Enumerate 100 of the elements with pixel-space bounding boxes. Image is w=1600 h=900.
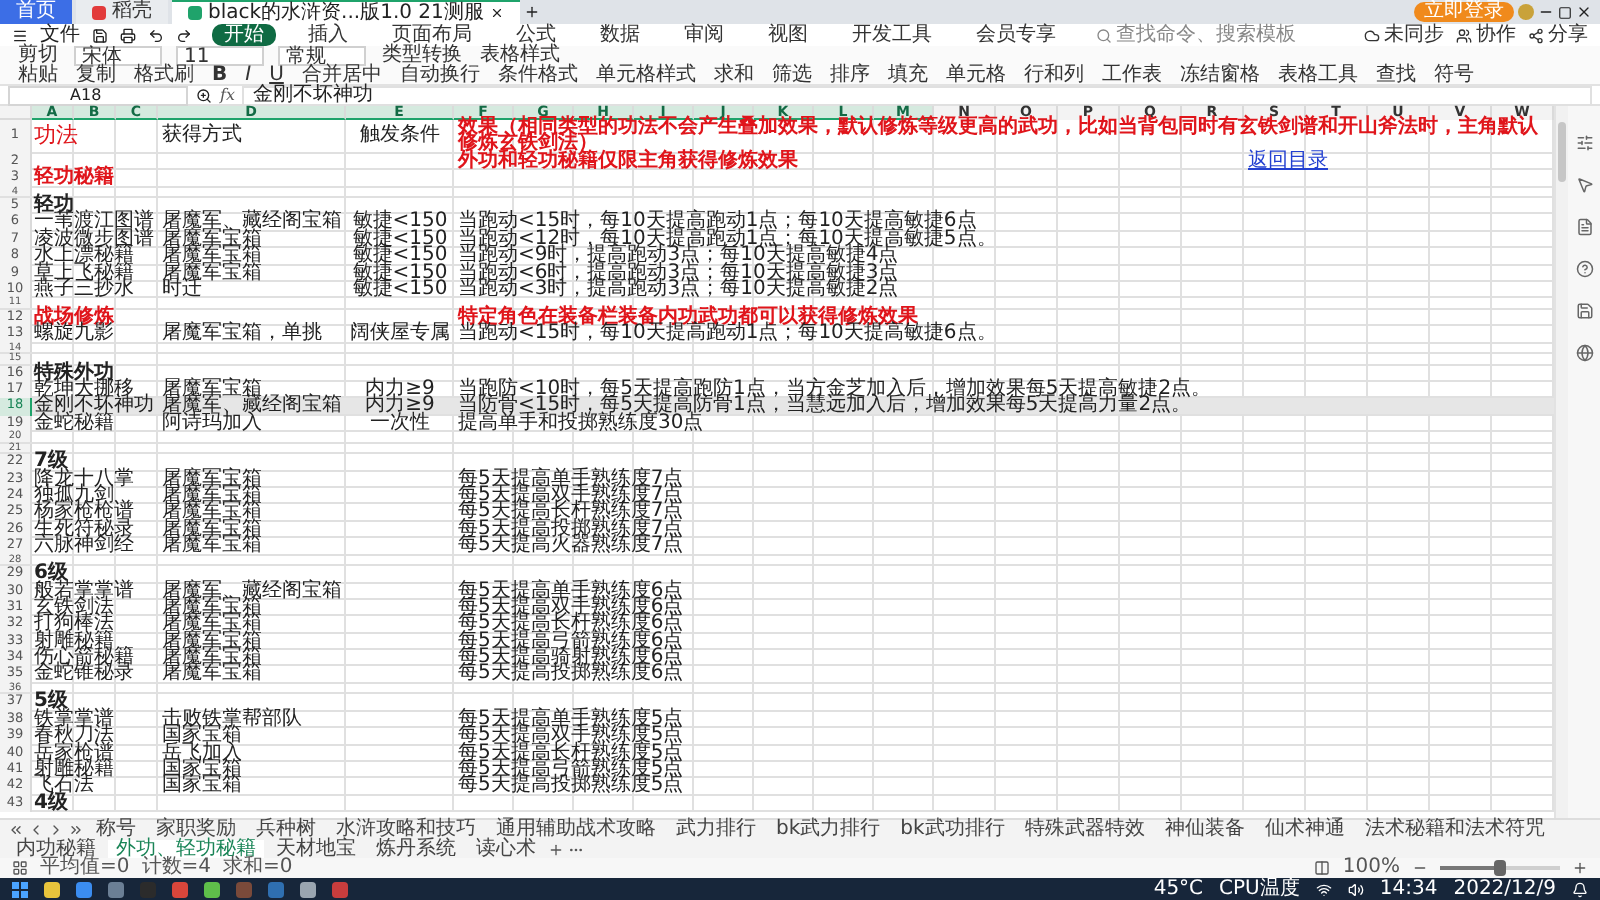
name-box[interactable]: A18 <box>8 85 188 105</box>
pointer-icon[interactable] <box>1575 176 1593 194</box>
search-field[interactable]: 查找命令、搜索模板 <box>1096 25 1296 45</box>
menu-icon[interactable] <box>12 27 28 43</box>
vertical-scrollbar[interactable] <box>1554 106 1568 818</box>
app-logo-icon <box>92 5 106 19</box>
last-sheet-icon[interactable] <box>68 822 84 838</box>
toolbar-action[interactable]: 协作 <box>1456 25 1516 45</box>
ribbon-button[interactable]: 筛选 <box>769 66 814 86</box>
window-tab[interactable]: black的水浒资...版1.0 21测服 <box>172 0 520 24</box>
document-icon[interactable] <box>1575 218 1593 236</box>
ribbon-button[interactable]: 填充 <box>885 66 930 86</box>
ribbon-button[interactable]: 自动换行 <box>397 66 482 86</box>
sheet-tab[interactable]: bk武力排行 <box>768 820 889 840</box>
ribbon-button[interactable]: 单元格 <box>943 66 1008 86</box>
toolbar-action[interactable]: 分享 <box>1528 25 1588 45</box>
ribbon-tab[interactable]: 数据 <box>588 24 652 46</box>
new-tab-icon[interactable] <box>523 4 540 20</box>
ribbon-tab[interactable]: 页面布局 <box>380 24 484 46</box>
ribbon-button[interactable]: 查找 <box>1373 66 1418 86</box>
ribbon-button[interactable]: 表格样式 <box>478 46 562 66</box>
volume-icon[interactable] <box>1347 881 1364 897</box>
ribbon-button[interactable]: 格式刷 <box>132 66 196 86</box>
window-tab[interactable]: 稻壳 <box>76 0 168 24</box>
first-sheet-icon[interactable] <box>8 822 24 838</box>
add-sheet-icon[interactable] <box>548 842 564 858</box>
sliders-icon[interactable] <box>1575 134 1593 152</box>
ribbon-button[interactable]: 求和 <box>711 66 756 86</box>
ribbon-tab[interactable]: 审阅 <box>672 24 736 46</box>
dropdown-field[interactable]: 宋体 <box>74 46 162 66</box>
zoom-icon[interactable] <box>196 87 212 103</box>
maximize-icon[interactable] <box>1558 5 1572 19</box>
page-view-icon[interactable] <box>1314 860 1331 876</box>
sheet-tab[interactable]: 兵种树 <box>248 820 324 840</box>
cloud-icon[interactable] <box>1364 27 1380 43</box>
ribbon-button[interactable]: 工作表 <box>1099 66 1164 86</box>
link[interactable]: 返回目录 <box>1248 153 1328 171</box>
ribbon-tab[interactable]: 会员专享 <box>964 24 1068 46</box>
ribbon-button[interactable]: 符号 <box>1431 66 1476 86</box>
sheet-tab[interactable]: 称号 <box>88 820 144 840</box>
ribbon-button[interactable]: 复制 <box>74 66 118 86</box>
share-icon[interactable] <box>1528 27 1544 43</box>
sheet-tab[interactable]: 读心术 <box>468 840 544 860</box>
undo-icon[interactable] <box>148 27 164 43</box>
sheet-tab[interactable]: 家职奖励 <box>148 820 244 840</box>
sheet-tab[interactable]: 通用辅助战术攻略 <box>488 820 664 840</box>
sheet-tab[interactable]: 神仙装备 <box>1156 820 1253 840</box>
formula-field[interactable]: 金刚不坏神功 <box>242 85 1592 105</box>
cell-text: 每5天提高单手熟练度6点 <box>458 583 684 600</box>
ribbon-button[interactable]: 合并居中 <box>299 66 384 86</box>
ribbon-button[interactable]: 类型转换 <box>380 46 464 66</box>
close-icon[interactable] <box>489 6 504 20</box>
ribbon-button[interactable]: 单元格样式 <box>593 66 698 86</box>
ribbon-button[interactable]: I <box>243 66 254 86</box>
sheet-tab[interactable]: 仙术神通 <box>1256 820 1353 840</box>
sheet-tab[interactable]: bk武功排行 <box>892 820 1013 840</box>
function-label[interactable]: fx <box>220 87 235 103</box>
ribbon-tab[interactable]: 视图 <box>756 24 820 46</box>
slider-thumb[interactable] <box>1494 860 1506 876</box>
sheet-tab[interactable]: 特殊武器特效 <box>1016 820 1153 840</box>
previous-sheet-icon[interactable] <box>28 822 44 838</box>
file-menu[interactable]: 文件 <box>40 25 80 45</box>
zoom-in-icon[interactable] <box>1572 860 1588 876</box>
globe-icon[interactable] <box>1575 344 1593 362</box>
ribbon-tab[interactable]: 开始 <box>212 24 276 46</box>
toolbar-action[interactable]: 未同步 <box>1364 25 1444 45</box>
search-icon[interactable] <box>1096 27 1112 43</box>
ribbon-tab[interactable]: 公式 <box>504 24 568 46</box>
sheet-tab[interactable]: 武力排行 <box>668 820 764 840</box>
ribbon-button[interactable]: U <box>267 66 286 86</box>
notification-icon[interactable] <box>1572 881 1588 897</box>
ribbon-button[interactable]: 粘贴 <box>16 66 60 86</box>
save-icon[interactable] <box>92 27 108 43</box>
redo-icon[interactable] <box>176 27 192 43</box>
sheet-tab[interactable]: 水浒攻略和技巧 <box>328 820 484 840</box>
window-tab[interactable]: 首页 <box>0 0 72 24</box>
close-icon[interactable] <box>1576 4 1592 20</box>
ribbon-button[interactable]: 条件格式 <box>495 66 580 86</box>
wifi-icon[interactable] <box>1315 881 1332 897</box>
sheet-tab[interactable]: 天材地宝 <box>268 840 364 860</box>
ribbon-button[interactable]: 排序 <box>827 66 872 86</box>
sheet-tab[interactable]: 法术秘籍和法术符咒 <box>1356 820 1553 840</box>
help-icon[interactable] <box>1575 260 1593 278</box>
sheet-tab[interactable]: 内功秘籍 <box>8 840 104 860</box>
cell-text: 获得方式 <box>162 121 242 150</box>
dropdown-field[interactable]: 11 <box>176 46 264 66</box>
ribbon-button[interactable]: 剪切 <box>16 46 60 66</box>
sheet-tab[interactable]: 炼丹系统 <box>368 840 464 860</box>
dropdown-field[interactable]: 常规 <box>278 46 366 66</box>
print-icon[interactable] <box>120 27 136 43</box>
ribbon-button[interactable]: 行和列 <box>1021 66 1086 86</box>
grid-icon[interactable] <box>12 860 28 876</box>
ribbon-button[interactable]: 冻结窗格 <box>1177 66 1262 86</box>
ribbon-button[interactable]: B <box>210 66 230 86</box>
people-icon[interactable] <box>1456 27 1472 43</box>
windows-logo-icon[interactable] <box>12 881 28 897</box>
ribbon-tab[interactable]: 插入 <box>296 24 360 46</box>
ribbon-tab[interactable]: 开发工具 <box>840 24 944 46</box>
ribbon-button[interactable]: 表格工具 <box>1275 66 1360 86</box>
next-sheet-icon[interactable] <box>48 822 64 838</box>
